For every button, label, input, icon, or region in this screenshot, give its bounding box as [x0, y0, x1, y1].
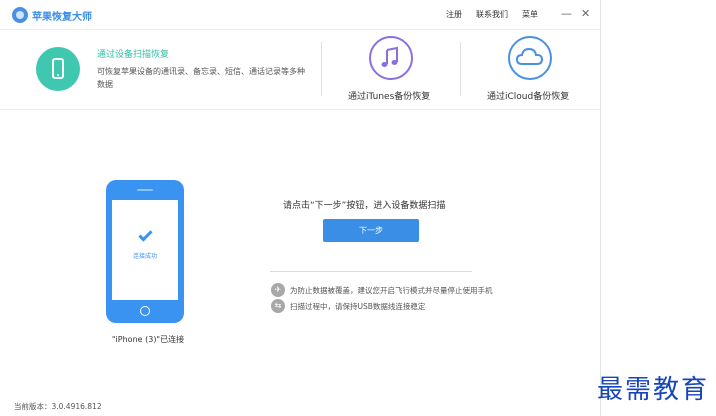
device-illustration: 连接成功 [106, 180, 184, 323]
divider [460, 42, 461, 96]
app-logo-icon [12, 7, 28, 23]
tip-airplane-mode: 为防止数据被覆盖，建议您开启飞行模式并尽量停止使用手机 [290, 286, 493, 295]
app-window: 苹果恢复大师 注册 联系我们 菜单 — ✕ 通过设备扫描恢复 可恢复苹果设备的通… [0, 0, 600, 416]
close-button[interactable]: ✕ [581, 8, 590, 20]
mode-device-scan-title: 通过设备扫描恢复 [97, 50, 170, 60]
divider [270, 271, 472, 272]
next-button[interactable]: 下一步 [323, 219, 419, 242]
music-note-icon [369, 36, 413, 80]
recovery-mode-bar: 通过设备扫描恢复 可恢复苹果设备的通讯录、备忘录、短信、通话记录等多种数据 通过… [0, 30, 600, 110]
phone-speaker [137, 189, 153, 191]
check-icon [138, 227, 153, 242]
phone-icon [36, 47, 80, 91]
window-edge [600, 0, 601, 416]
mode-itunes-backup-label: 通过iTunes备份恢复 [348, 92, 431, 102]
tip-usb-connection: 扫描过程中，请保持USB数据线连接稳定 [290, 302, 426, 311]
register-link[interactable]: 注册 [446, 9, 462, 20]
home-button-icon [140, 306, 150, 316]
watermark: 最需教育 [597, 375, 710, 405]
contact-us-link[interactable]: 联系我们 [476, 9, 508, 20]
mode-device-scan-description: 可恢复苹果设备的通讯录、备忘录、短信、通话记录等多种数据 [97, 67, 305, 89]
device-connected-label: "iPhone (3)"已连接 [111, 335, 185, 344]
phone-screen: 连接成功 [112, 200, 178, 300]
minimize-button[interactable]: — [561, 8, 572, 20]
instruction-text: 请点击“下一步”按钮，进入设备数据扫描 [283, 201, 446, 211]
airplane-icon: ✈ [271, 283, 285, 297]
menu-link[interactable]: 菜单 [522, 9, 538, 20]
title-bar: 苹果恢复大师 注册 联系我们 菜单 — ✕ [0, 0, 600, 30]
link-icon: ⇆ [271, 299, 285, 313]
connection-status: 连接成功 [132, 253, 157, 260]
app-title: 苹果恢复大师 [32, 12, 92, 23]
version-label: 当前版本：3.0.4916.812 [14, 402, 102, 411]
cloud-icon [508, 36, 552, 80]
mode-icloud-backup-label: 通过iCloud备份恢复 [487, 92, 570, 102]
divider [321, 42, 322, 96]
